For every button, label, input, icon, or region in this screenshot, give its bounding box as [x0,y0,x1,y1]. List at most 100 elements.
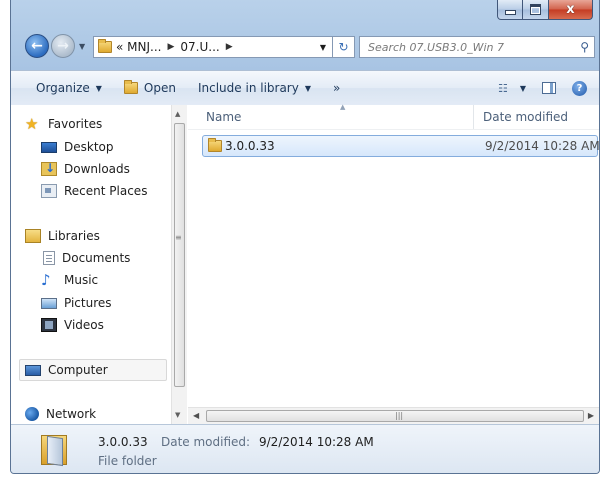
file-list: ▲ Name Date modified 3.0.0.33 9/2/2014 1… [188,103,600,407]
downloads-icon [41,161,57,176]
nav-label: Videos [64,318,104,332]
scroll-thumb[interactable] [174,123,185,387]
address-row: ← → ▼ « MNJ... ▶ 07.U... ▶ ▼ ↻ ⚲ [11,32,599,62]
navigation-pane: ★ Favorites Desktop Downloads Recent Pla… [11,105,171,424]
details-date-label: Date modified: [161,435,251,449]
nav-label: Recent Places [64,184,148,198]
details-pane: 3.0.0.33 Date modified: 9/2/2014 10:28 A… [11,424,599,473]
toolbar-right: ☷ ▼ ? [498,80,599,96]
nav-desktop[interactable]: Desktop [41,140,114,154]
nav-label: Downloads [64,162,130,176]
scroll-left-icon[interactable]: ◀ [193,411,199,420]
chevron-right-icon[interactable]: ▶ [167,42,174,52]
nav-music[interactable]: ♪ Music [41,271,99,289]
include-in-library-label: Include in library [197,81,299,95]
refresh-icon: ↻ [338,40,349,54]
nav-label: Pictures [64,296,112,310]
details-type: File folder [98,454,157,468]
refresh-button[interactable]: ↻ [333,36,355,58]
column-header-date-modified[interactable]: Date modified [483,110,568,124]
nav-downloads[interactable]: Downloads [41,161,130,176]
network-icon [25,407,39,421]
column-header-name[interactable]: Name [206,110,241,124]
sort-ascending-icon: ▲ [340,103,346,111]
nav-videos[interactable]: Videos [41,318,104,332]
scroll-grip-icon: ≡ [175,233,182,242]
organize-label: Organize [36,81,90,95]
videos-icon [41,318,57,332]
scroll-down-icon[interactable]: ▼ [175,411,180,419]
recent-places-icon [41,184,57,198]
libraries-icon [25,229,41,243]
music-note-icon: ♪ [41,271,51,289]
recent-pages-dropdown[interactable]: ▼ [79,42,85,51]
folder-front-shape [47,435,63,467]
column-divider[interactable] [473,105,474,129]
scroll-right-icon[interactable]: ▶ [588,411,594,420]
close-button[interactable]: x [549,0,593,20]
back-button[interactable]: ← [25,34,49,58]
folder-large-icon [37,433,71,467]
minimize-button[interactable] [497,0,523,20]
nav-favorites[interactable]: ★ Favorites [25,115,103,133]
nav-label: Documents [62,251,131,265]
nav-vertical-scrollbar[interactable]: ▲ ≡ ▼ [171,105,187,424]
open-label: Open [143,81,176,95]
scroll-thumb[interactable]: ||| [206,410,584,422]
change-view-button[interactable]: ☷ [498,82,508,95]
chevron-down-icon[interactable]: ▼ [320,43,326,52]
nav-documents[interactable]: Documents [41,251,130,265]
arrow-left-icon: ← [31,38,43,54]
nav-computer[interactable]: Computer [25,363,108,377]
folder-icon [98,39,112,53]
nav-label: Libraries [48,229,100,243]
address-bar[interactable]: « MNJ... ▶ 07.U... ▶ ▼ [93,36,333,58]
preview-pane-button[interactable] [542,82,556,94]
search-icon[interactable]: ⚲ [580,40,589,54]
details-name: 3.0.0.33 [98,435,148,449]
arrow-right-icon: → [57,38,69,54]
forward-button[interactable]: → [51,34,75,58]
help-button[interactable]: ? [572,80,587,96]
breadcrumb-item[interactable]: « MNJ... [116,40,161,54]
search-input[interactable] [366,39,570,55]
file-name: 3.0.0.33 [225,139,275,153]
explorer-window: x ← → ▼ « MNJ... ▶ 07.U... ▶ ▼ ↻ ⚲ Organ… [10,0,600,474]
caption-buttons: x [497,0,593,20]
help-icon: ? [576,82,583,94]
nav-libraries[interactable]: Libraries [25,229,100,243]
nav-recent-places[interactable]: Recent Places [41,184,147,198]
maximize-icon [530,4,541,15]
folder-icon [208,138,222,152]
desktop-icon [41,141,57,153]
nav-label: Computer [48,363,108,377]
open-button[interactable]: Open [123,80,176,95]
scroll-grip-icon: ||| [395,411,404,420]
nav-pictures[interactable]: Pictures [41,296,112,310]
file-date-modified: 9/2/2014 10:28 AM [485,139,600,153]
maximize-button[interactable] [523,0,549,20]
nav-label: Music [64,273,99,287]
pictures-icon [41,297,57,309]
view-list-icon: ☷ [497,81,508,95]
chevron-down-icon[interactable]: ▼ [520,84,526,93]
window-frame-left [0,0,10,486]
chevron-right-icon[interactable]: ▶ [226,42,233,52]
more-commands-button[interactable]: » [333,81,340,95]
nav-label: Network [46,407,97,421]
include-in-library-button[interactable]: Include in library ▼ [198,81,311,95]
organize-button[interactable]: Organize ▼ [36,81,102,95]
minimize-icon [504,10,516,15]
details-date-value: 9/2/2014 10:28 AM [259,435,374,449]
nav-label: Favorites [48,117,103,131]
star-icon: ★ [25,115,39,133]
file-horizontal-scrollbar[interactable]: ◀ ||| ▶ [188,407,599,424]
documents-icon [43,251,55,265]
scroll-up-icon[interactable]: ▲ [175,110,180,118]
nav-network[interactable]: Network [25,407,96,421]
breadcrumb-item[interactable]: 07.U... [180,40,219,54]
close-icon: x [566,2,575,17]
nav-label: Desktop [64,140,114,154]
chevron-down-icon: ▼ [95,83,102,93]
file-row[interactable]: 3.0.0.33 9/2/2014 10:28 AM [202,135,600,157]
